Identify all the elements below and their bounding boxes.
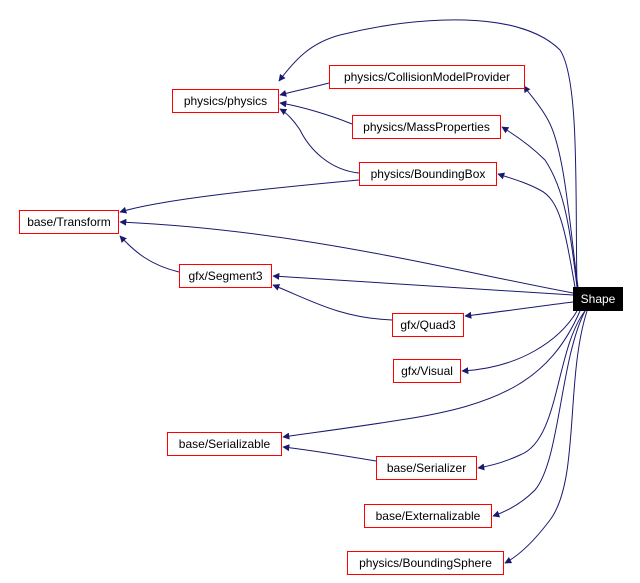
edge-shape-to-serializer (477, 310, 586, 471)
edge-serializer-to-serializable (282, 444, 377, 462)
edge-segment3-to-transform (119, 235, 180, 273)
node-shape[interactable]: Shape (573, 287, 623, 311)
node-gfx-quad3[interactable]: gfx/Quad3 (392, 313, 464, 337)
node-base-externalizable[interactable]: base/Externalizable (364, 504, 492, 528)
edge-shape-to-mass (501, 126, 578, 288)
edge-bbox-to-transform (119, 179, 360, 214)
node-gfx-segment3[interactable]: gfx/Segment3 (179, 264, 272, 288)
node-base-serializer[interactable]: base/Serializer (376, 456, 477, 480)
edge-shape-to-bsphere (504, 310, 588, 564)
node-physics-collision-model-provider[interactable]: physics/CollisionModelProvider (329, 65, 525, 89)
edge-quad3-to-segment3 (272, 284, 393, 321)
node-gfx-visual[interactable]: gfx/Visual (393, 359, 461, 383)
node-base-serializable[interactable]: base/Serializable (167, 432, 282, 456)
edge-shape-to-bbox (497, 172, 576, 288)
node-physics-bounding-box[interactable]: physics/BoundingBox (359, 162, 497, 186)
edge-shape-to-quad3 (464, 301, 574, 319)
edge-mass-to-physics (279, 100, 353, 125)
node-physics-bounding-sphere[interactable]: physics/BoundingSphere (347, 551, 504, 575)
dependency-graph (119, 19, 588, 564)
edge-shape-to-visual (461, 310, 578, 375)
edge-shape-to-segment3 (272, 272, 574, 296)
edge-bbox-to-physics (279, 108, 360, 174)
edge-shape-to-externalizable (492, 310, 586, 518)
edge-shape-to-physics (278, 19, 578, 288)
node-physics-mass-properties[interactable]: physics/MassProperties (352, 115, 501, 139)
edge-collision-to-physics (279, 82, 330, 97)
node-base-transform[interactable]: base/Transform (19, 210, 119, 234)
node-physics-physics[interactable]: physics/physics (172, 89, 279, 113)
